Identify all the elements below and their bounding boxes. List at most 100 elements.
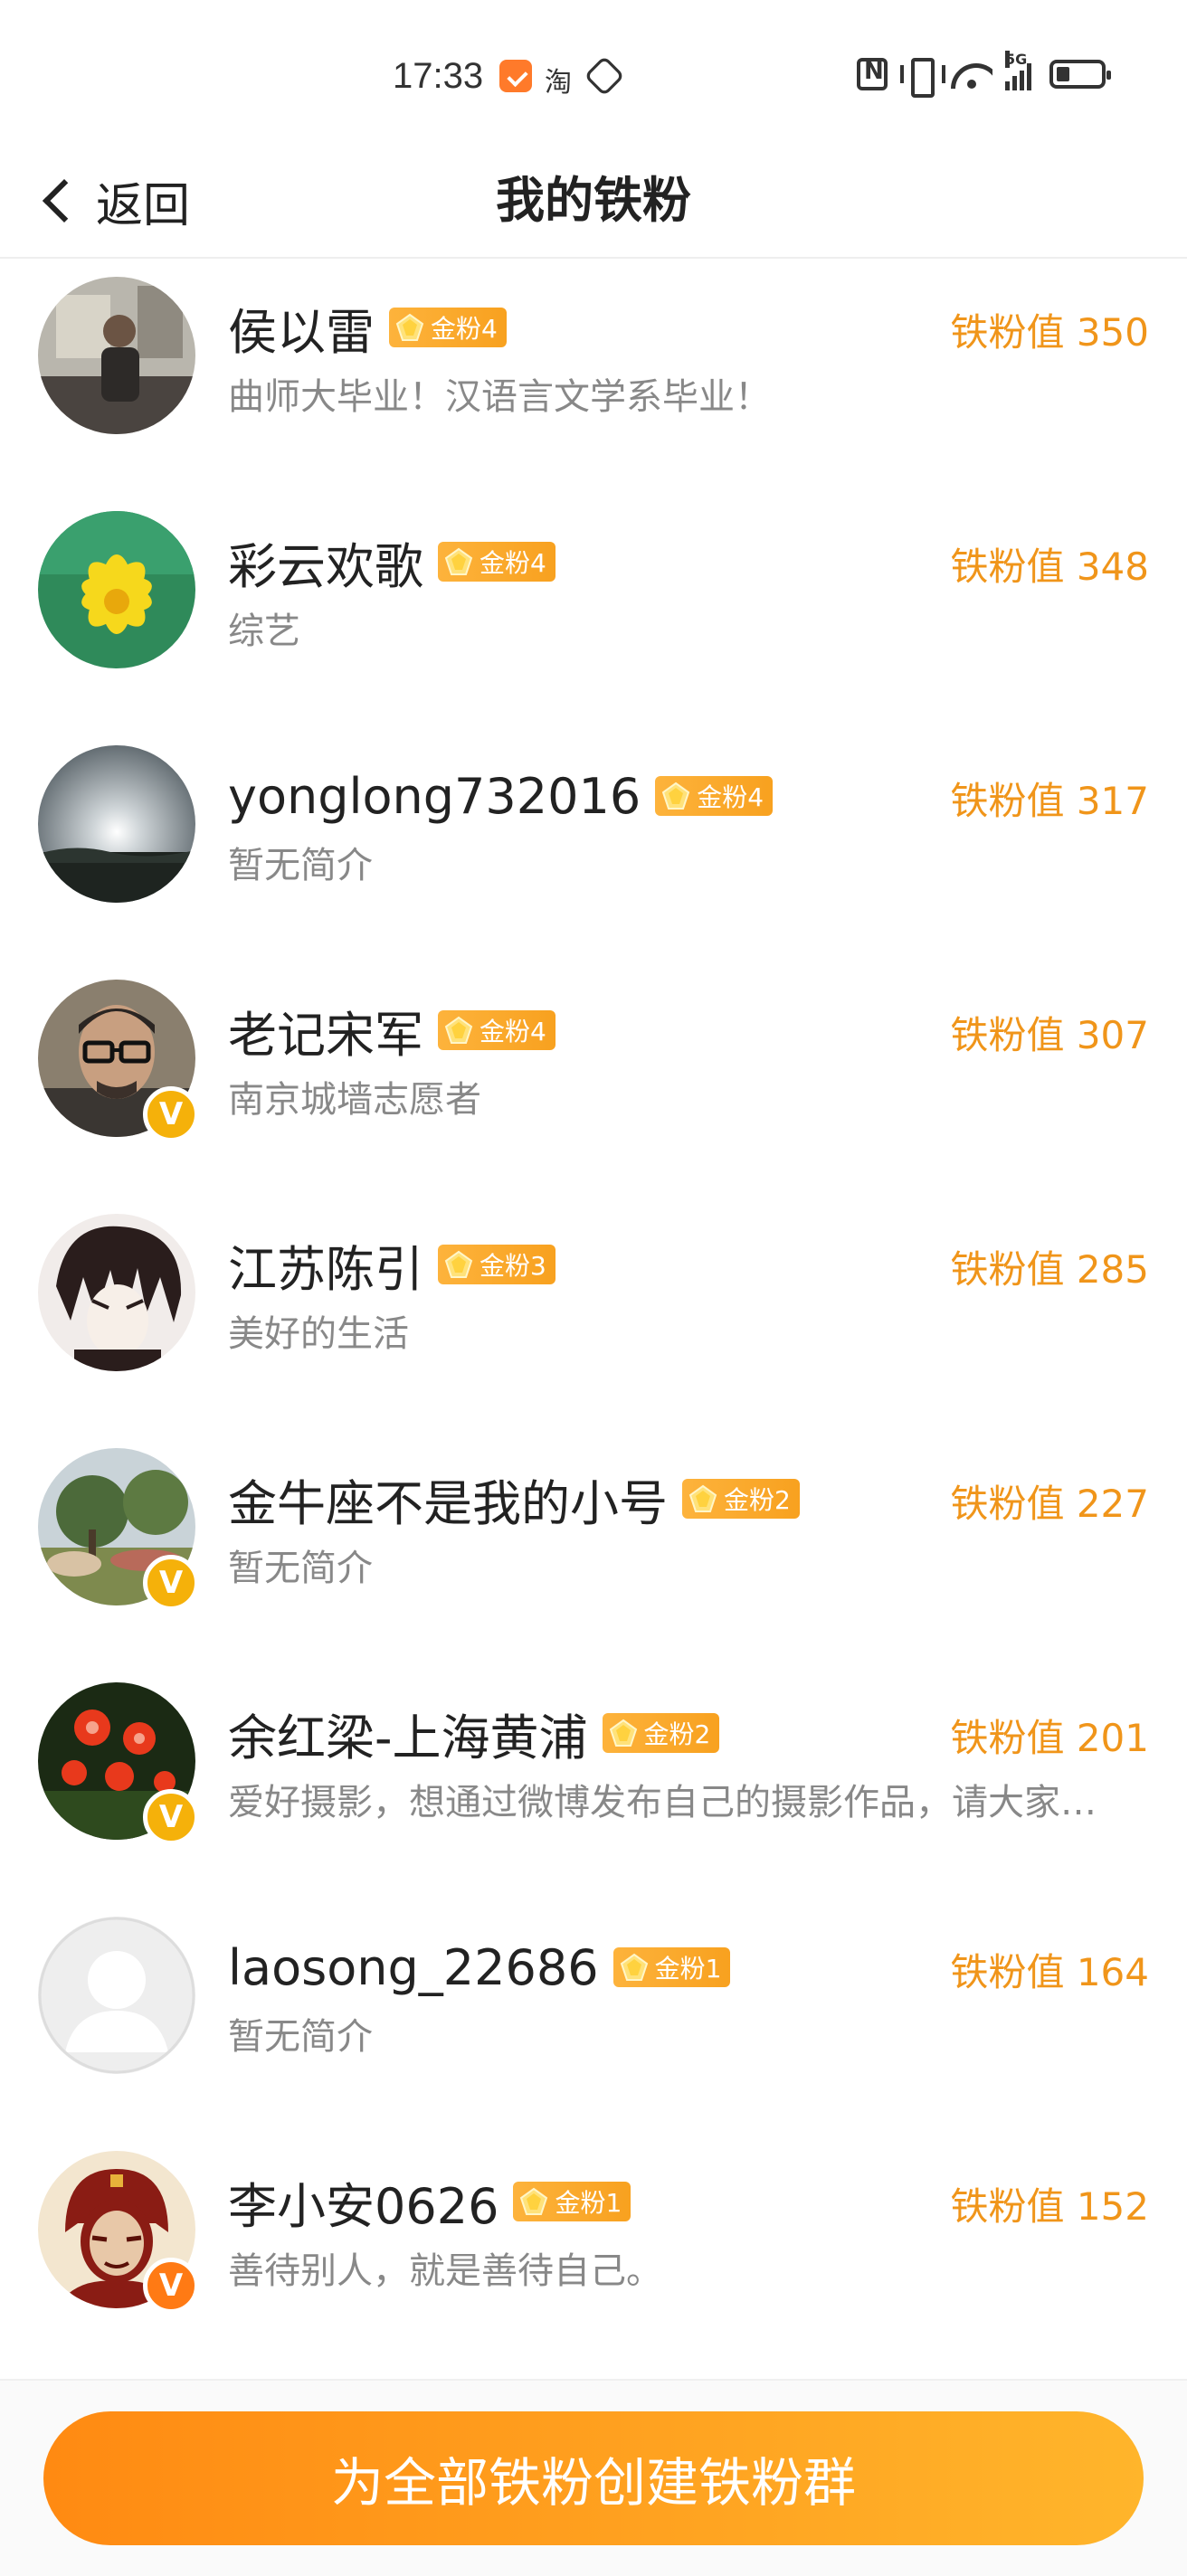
fan-level-badge: 金粉4 <box>655 776 774 816</box>
fan-score: 铁粉值 307 <box>950 1013 1149 1057</box>
fan-bio: 善待别人，就是善待自己。 <box>228 2250 662 2292</box>
fans-page: 17:33 淘 5G 返回 我的铁粉 侯以雷 <box>0 0 1187 2576</box>
fan-score: 铁粉值 317 <box>950 779 1149 823</box>
fan-level-label: 金粉4 <box>480 548 546 578</box>
verified-badge-icon: V <box>143 1086 199 1142</box>
fan-level-badge: 金粉1 <box>513 2182 631 2221</box>
status-time: 17:33 <box>393 56 484 96</box>
verified-badge-icon: V <box>143 2258 199 2314</box>
fan-bio: 综艺 <box>228 611 300 652</box>
name-line: yonglong732016 金粉4 <box>228 762 774 830</box>
avatar-image <box>38 277 195 434</box>
fan-level-label: 金粉3 <box>480 1251 546 1281</box>
fan-list-item[interactable]: 江苏陈引 金粉3 美好的生活 铁粉值 285 <box>0 1198 1187 1432</box>
fan-score: 铁粉值 201 <box>950 1716 1149 1760</box>
fan-level-badge: 金粉4 <box>438 1010 556 1050</box>
fan-level-label: 金粉1 <box>654 1954 722 1984</box>
navigation-bar: 返回 我的铁粉 <box>0 145 1187 259</box>
name-line: 余红梁-上海黄浦 金粉2 <box>228 1698 720 1769</box>
name-line: 李小安0626 金粉1 <box>228 2167 631 2236</box>
fan-list-item[interactable]: 侯以雷 金粉4 曲师大毕业！汉语言文学系毕业！ 铁粉值 350 <box>0 260 1187 495</box>
avatar-image <box>38 1214 195 1371</box>
diamond-icon <box>518 2186 549 2217</box>
bottom-bar: 为全部铁粉创建铁粉群 <box>0 2379 1187 2576</box>
fan-list-item[interactable]: 彩云欢歌 金粉4 综艺 铁粉值 348 <box>0 495 1187 729</box>
diamond-icon <box>443 546 474 577</box>
status-bar: 17:33 淘 5G <box>0 0 1187 145</box>
vibrate-icon <box>900 58 945 98</box>
fan-list: 侯以雷 金粉4 曲师大毕业！汉语言文学系毕业！ 铁粉值 350 彩云欢歌 金粉4 <box>0 260 1187 2369</box>
fan-score: 铁粉值 164 <box>950 1950 1149 1994</box>
fan-name[interactable]: 金牛座不是我的小号 <box>228 1463 668 1535</box>
fan-name[interactable]: 老记宋军 <box>228 995 423 1066</box>
fan-level-label: 金粉4 <box>480 1017 546 1046</box>
fan-score: 铁粉值 227 <box>950 1482 1149 1526</box>
fan-bio: 暂无简介 <box>228 1548 373 1589</box>
fan-bio: 曲师大毕业！汉语言文学系毕业！ <box>228 376 771 418</box>
name-line: laosong_22686 金粉1 <box>228 1933 731 2002</box>
fan-list-item[interactable]: yonglong732016 金粉4 暂无简介 铁粉值 317 <box>0 729 1187 963</box>
avatar[interactable]: V <box>38 2151 199 2314</box>
fan-bio: 南京城墙志愿者 <box>228 1079 481 1121</box>
fan-score: 铁粉值 285 <box>950 1247 1149 1292</box>
fan-level-badge: 金粉2 <box>682 1479 800 1519</box>
battery-icon <box>1049 60 1111 89</box>
taobao-icon: 淘 <box>545 67 572 99</box>
avatar[interactable] <box>38 511 195 668</box>
chevron-left-icon <box>42 178 87 223</box>
fan-name[interactable]: 李小安0626 <box>228 2166 499 2238</box>
status-indicators: 5G <box>857 51 1111 98</box>
fan-level-badge: 金粉4 <box>438 542 556 582</box>
fan-list-item[interactable]: V 余红梁-上海黄浦 金粉2 爱好摄影，想通过微博发布自己的摄影作品，请大家… … <box>0 1666 1187 1900</box>
fan-list-item[interactable]: V 金牛座不是我的小号 金粉2 暂无简介 铁粉值 227 <box>0 1432 1187 1666</box>
create-fan-group-button[interactable]: 为全部铁粉创建铁粉群 <box>43 2411 1144 2545</box>
verified-v-icon: V <box>158 1096 184 1132</box>
avatar[interactable]: V <box>38 980 199 1142</box>
avatar[interactable]: V <box>38 1682 199 1845</box>
fan-name[interactable]: yonglong732016 <box>228 768 641 825</box>
avatar-image <box>38 1917 195 2074</box>
diamond-icon <box>619 1952 650 1983</box>
fan-level-badge: 金粉1 <box>612 1947 731 1987</box>
name-line: 金牛座不是我的小号 金粉2 <box>228 1464 800 1533</box>
fan-level-label: 金粉1 <box>555 2188 622 2218</box>
fan-score: 铁粉值 350 <box>950 310 1149 355</box>
notification-app-icon <box>499 60 532 92</box>
fan-score: 铁粉值 348 <box>950 545 1149 589</box>
fan-bio: 暂无简介 <box>228 845 373 886</box>
diamond-icon <box>394 312 425 343</box>
name-line: 彩云欢歌 金粉4 <box>228 527 556 596</box>
name-line: 侯以雷 金粉4 <box>228 293 507 362</box>
fan-list-item[interactable]: V 老记宋军 金粉4 南京城墙志愿者 铁粉值 307 <box>0 963 1187 1198</box>
avatar-image <box>38 745 195 903</box>
avatar[interactable]: V <box>38 1448 199 1611</box>
verified-v-icon: V <box>158 2268 184 2304</box>
fan-name[interactable]: 彩云欢歌 <box>228 526 423 598</box>
avatar[interactable] <box>38 277 195 434</box>
avatar[interactable] <box>38 1917 195 2074</box>
fan-name[interactable]: 侯以雷 <box>228 292 375 364</box>
fan-bio: 爱好摄影，想通过微博发布自己的摄影作品，请大家… <box>228 1782 1097 1823</box>
gesture-icon <box>584 55 625 97</box>
fan-list-item[interactable]: V 李小安0626 金粉1 善待别人，就是善待自己。 铁粉值 152 <box>0 2135 1187 2369</box>
diamond-icon <box>443 1249 474 1280</box>
fan-level-badge: 金粉4 <box>389 308 507 347</box>
fan-list-item[interactable]: laosong_22686 金粉1 暂无简介 铁粉值 164 <box>0 1900 1187 2135</box>
verified-v-icon: V <box>158 1565 184 1601</box>
fan-level-label: 金粉4 <box>697 782 764 812</box>
back-button[interactable]: 返回 <box>36 165 190 237</box>
fan-level-label: 金粉2 <box>643 1719 711 1749</box>
fan-name[interactable]: laosong_22686 <box>228 1939 599 1996</box>
verified-badge-icon: V <box>143 1789 199 1845</box>
fan-name[interactable]: 江苏陈引 <box>228 1229 423 1301</box>
avatar[interactable] <box>38 745 195 903</box>
diamond-icon <box>660 781 691 811</box>
wifi-icon <box>951 58 992 90</box>
fan-name[interactable]: 余红梁-上海黄浦 <box>228 1698 588 1769</box>
name-line: 江苏陈引 金粉3 <box>228 1230 556 1299</box>
fan-level-label: 金粉4 <box>431 314 498 344</box>
avatar[interactable] <box>38 1214 195 1371</box>
fan-bio: 美好的生活 <box>228 1313 409 1355</box>
avatar-image <box>38 511 195 668</box>
signal-icon: 5G <box>1005 51 1031 90</box>
